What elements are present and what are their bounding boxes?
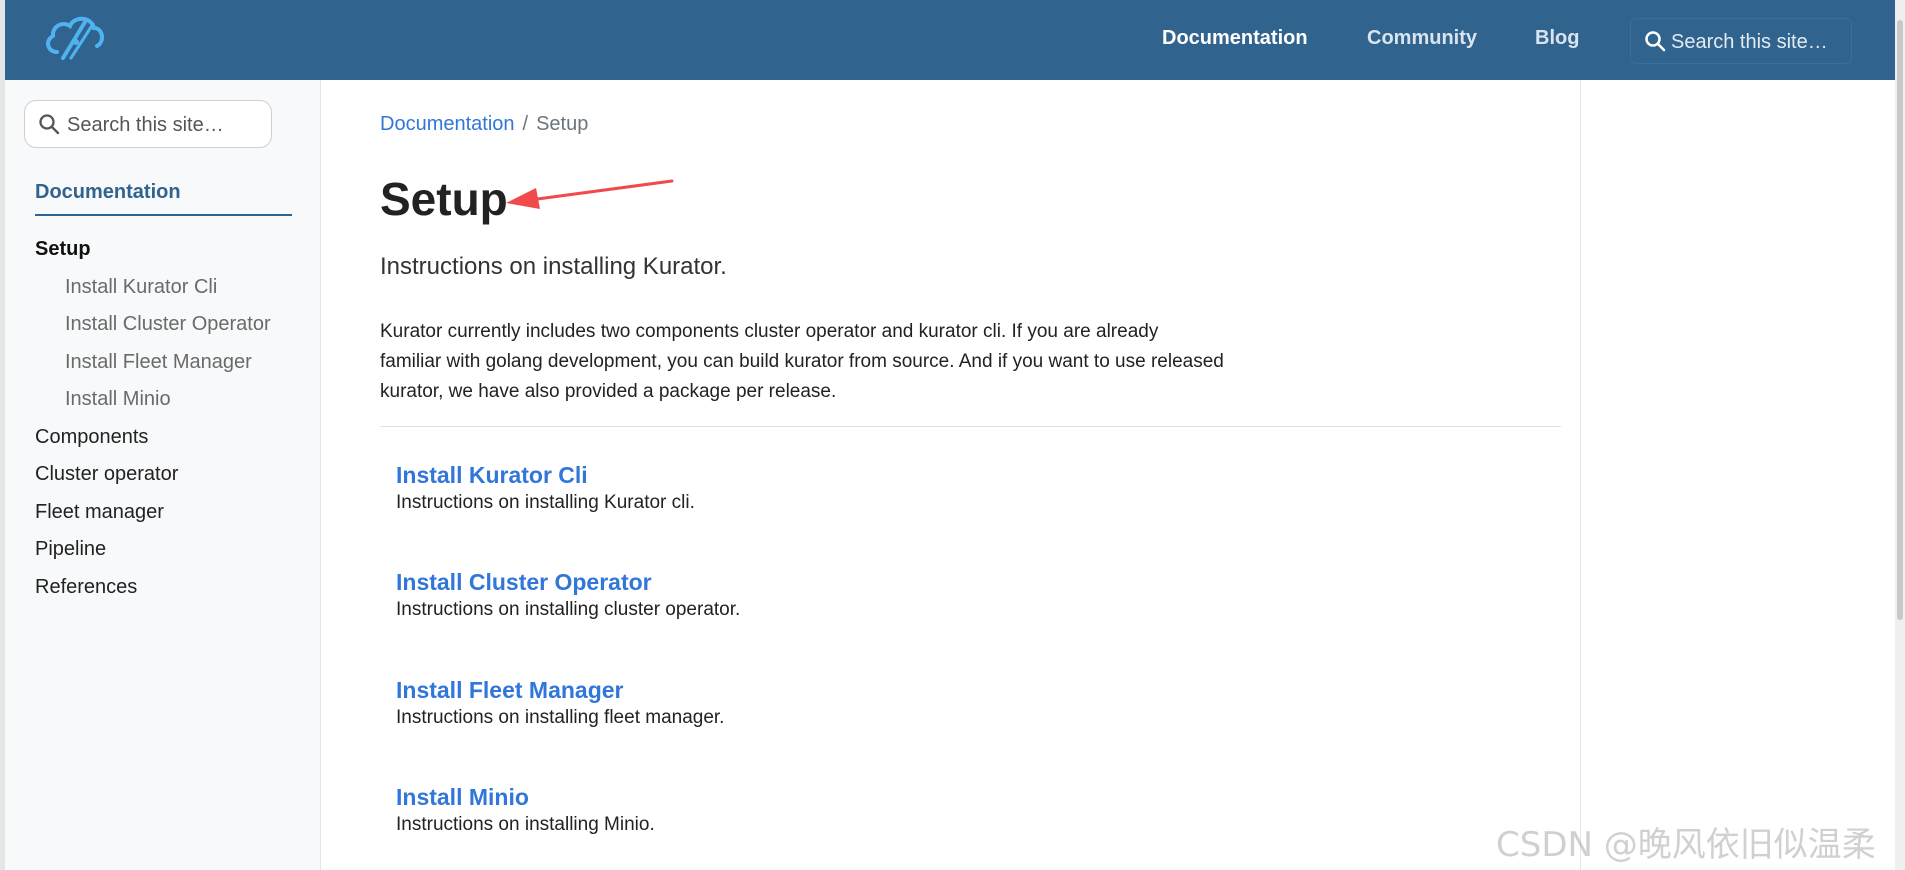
sidebar-item-cluster-operator[interactable]: Cluster operator xyxy=(35,463,178,486)
sidebar-subitem-install-kurator-cli[interactable]: Install Kurator Cli xyxy=(65,276,217,299)
intro-line: familiar with golang development, you ca… xyxy=(380,351,1224,372)
content-divider xyxy=(380,426,1561,427)
breadcrumb-separator: / xyxy=(522,113,529,135)
sidebar: Documentation Setup Install Kurator Cli … xyxy=(5,80,321,870)
top-navbar: Documentation Community Blog xyxy=(5,0,1895,80)
breadcrumb-documentation-link[interactable]: Documentation xyxy=(380,113,515,135)
cloud-logo-icon[interactable] xyxy=(43,12,105,64)
sidebar-section-underline xyxy=(35,214,292,216)
section-entry: Install Kurator Cli Instructions on inst… xyxy=(396,460,695,516)
sidebar-item-components[interactable]: Components xyxy=(35,426,148,449)
sidebar-search-box[interactable] xyxy=(24,100,272,148)
entry-install-fleet-manager-link[interactable]: Install Fleet Manager xyxy=(396,675,724,705)
window-edge-right xyxy=(1895,0,1905,870)
sidebar-subitem-install-fleet-manager[interactable]: Install Fleet Manager xyxy=(65,351,252,374)
nav-documentation-link[interactable]: Documentation xyxy=(1162,27,1308,50)
intro-line: kurator, we have also provided a package… xyxy=(380,381,837,402)
breadcrumb: Documentation / Setup xyxy=(380,113,588,136)
intro-line: Kurator currently includes two component… xyxy=(380,321,1159,342)
entry-description: Instructions on installing Minio. xyxy=(396,814,655,835)
sidebar-item-pipeline[interactable]: Pipeline xyxy=(35,538,106,561)
section-entry: Install Fleet Manager Instructions on in… xyxy=(396,675,724,731)
red-arrow-annotation-icon xyxy=(506,179,674,209)
entry-install-cluster-operator-link[interactable]: Install Cluster Operator xyxy=(396,567,740,597)
right-rail-border xyxy=(1580,80,1581,870)
search-icon xyxy=(1645,31,1666,52)
intro-paragraph: Kurator currently includes two component… xyxy=(380,317,1340,407)
scrollbar-thumb[interactable] xyxy=(1897,20,1903,620)
entry-description: Instructions on installing cluster opera… xyxy=(396,599,741,620)
page-title: Setup xyxy=(380,173,508,225)
sidebar-item-setup[interactable]: Setup xyxy=(35,238,91,261)
entry-description: Instructions on installing Kurator cli. xyxy=(396,492,695,513)
sidebar-section-documentation[interactable]: Documentation xyxy=(35,181,181,204)
entry-description: Instructions on installing fleet manager… xyxy=(396,707,725,728)
watermark: CSDN @晚风依旧似温柔 xyxy=(1496,825,1876,865)
sidebar-subitem-install-cluster-operator[interactable]: Install Cluster Operator xyxy=(65,313,271,336)
entry-install-kurator-cli-link[interactable]: Install Kurator Cli xyxy=(396,460,695,490)
section-entry: Install Cluster Operator Instructions on… xyxy=(396,567,740,623)
sidebar-subitem-install-minio[interactable]: Install Minio xyxy=(65,388,171,411)
sidebar-item-fleet-manager[interactable]: Fleet manager xyxy=(35,501,164,524)
sidebar-item-references[interactable]: References xyxy=(35,576,137,599)
page-lead: Instructions on installing Kurator. xyxy=(380,253,727,280)
section-entry: Install Minio Instructions on installing… xyxy=(396,782,655,838)
nav-blog-link[interactable]: Blog xyxy=(1535,27,1579,50)
breadcrumb-current: Setup xyxy=(536,113,589,135)
nav-search-input[interactable] xyxy=(1669,27,1848,57)
nav-community-link[interactable]: Community xyxy=(1367,27,1477,50)
search-icon xyxy=(39,114,60,135)
entry-install-minio-link[interactable]: Install Minio xyxy=(396,782,655,812)
sidebar-search-input[interactable] xyxy=(65,110,264,140)
page: Documentation Community Blog Documentati… xyxy=(0,0,1905,870)
nav-search-box[interactable] xyxy=(1630,18,1852,64)
